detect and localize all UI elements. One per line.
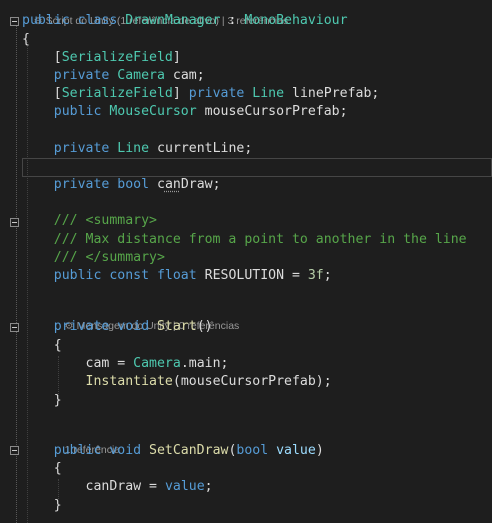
token: : [220,13,245,28]
token: cam = [85,356,134,371]
token: private bool [53,177,157,192]
token: 3f [307,268,324,283]
token: RESOLUTION = [204,268,308,283]
code-line-start-method: private void Start() [22,318,492,336]
token: Camera [133,356,181,371]
codelens-setcandraw[interactable]: 1 referência [53,429,120,456]
token: class [69,13,126,28]
token: mouseCursorPrefab; [196,104,348,119]
token: linePrefab; [284,86,380,101]
token: public void [53,443,150,458]
token: SerializeField [61,86,173,101]
code-line-summary-text: /// Max distance from a point to another… [22,231,492,249]
comment: /// Max distance from a point to another… [53,232,467,247]
code-line-setcandraw-open: { [22,460,492,478]
token: Instantiate [85,374,173,389]
code-line-class-declaration: public class DrawnManager : MonoBehaviou… [22,12,492,30]
token: private [188,86,253,101]
token: ) [315,443,324,458]
token: canDraw = [85,479,165,494]
code-line-mousecursor-field: public MouseCursor mouseCursorPrefab; [22,103,492,121]
code-line-summary-open: /// <summary> [22,212,492,230]
token: Camera [117,68,165,83]
fold-toggle-setcandraw[interactable] [10,446,19,455]
code-line-open-brace: { [22,31,492,49]
token: SetCanDraw [149,443,229,458]
token: { [22,32,30,47]
code-line-setcandraw-method: public void SetCanDraw(bool value) [22,442,492,460]
token: private [53,68,118,83]
token: ] [172,50,181,65]
code-line-resolution-const: public const float RESOLUTION = 3f; [22,267,492,285]
token: { [53,338,62,353]
token: SerializeField [61,50,173,65]
token: } [53,393,62,408]
token: [ [53,86,62,101]
token: Line [252,86,285,101]
token: (mouseCursorPrefab); [172,374,332,389]
code-line-instantiate: Instantiate(mouseCursorPrefab); [22,373,492,391]
token: .main; [180,356,229,371]
code-line-summary-close: /// </summary> [22,249,492,267]
token: cam; [164,68,205,83]
token: () [196,319,213,334]
token: [ [53,50,62,65]
code-line-candraw-assign: canDraw = value; [22,478,492,496]
code-line-serializefield: [SerializeField] [22,49,492,67]
code-line-cam-assign: cam = Camera.main; [22,355,492,373]
token: Line [117,141,150,156]
code-line-camera-field: private Camera cam; [22,67,492,85]
code-editor[interactable]: ⚙ Script do Unity (1 referência de ativo)… [0,0,492,523]
code-line-candraw-field: private bool canDraw; [22,176,492,194]
token: MouseCursor [109,104,197,119]
token: MonoBehaviour [244,13,348,28]
token: public const float [53,268,205,283]
fold-toggle-summary[interactable] [10,218,19,227]
token: c [156,177,165,192]
codelens-start[interactable]: ⚙ Mensagem do Unity | 0 referências [53,305,240,332]
token: public [53,104,110,119]
token: currentLine; [149,141,253,156]
token: value [164,479,205,494]
token: ] [172,86,189,101]
suggestion-dots[interactable]: an [165,177,181,192]
token: public [22,13,70,28]
code-line-setcandraw-close: } [22,497,492,515]
comment: /// <summary> [53,213,157,228]
current-line-highlight [22,158,492,177]
token: private [53,141,118,156]
token: value [276,443,316,458]
token: { [53,461,62,476]
code-line-currentline-field: private Line currentLine; [22,140,492,158]
code-line-lineprefab-field: [SerializeField] private Line linePrefab… [22,85,492,103]
comment: /// </summary> [53,250,165,265]
token: private void [53,319,157,334]
token: bool [236,443,277,458]
token: } [53,498,62,513]
code-line-start-open: { [22,337,492,355]
token: DrawnManager [125,13,221,28]
token: ; [204,479,213,494]
token: Start [156,319,197,334]
code-line-start-close: } [22,392,492,410]
fold-toggle-start[interactable] [10,323,19,332]
fold-toggle-class[interactable] [10,17,19,26]
token: ; [323,268,332,283]
token: Draw; [180,177,221,192]
